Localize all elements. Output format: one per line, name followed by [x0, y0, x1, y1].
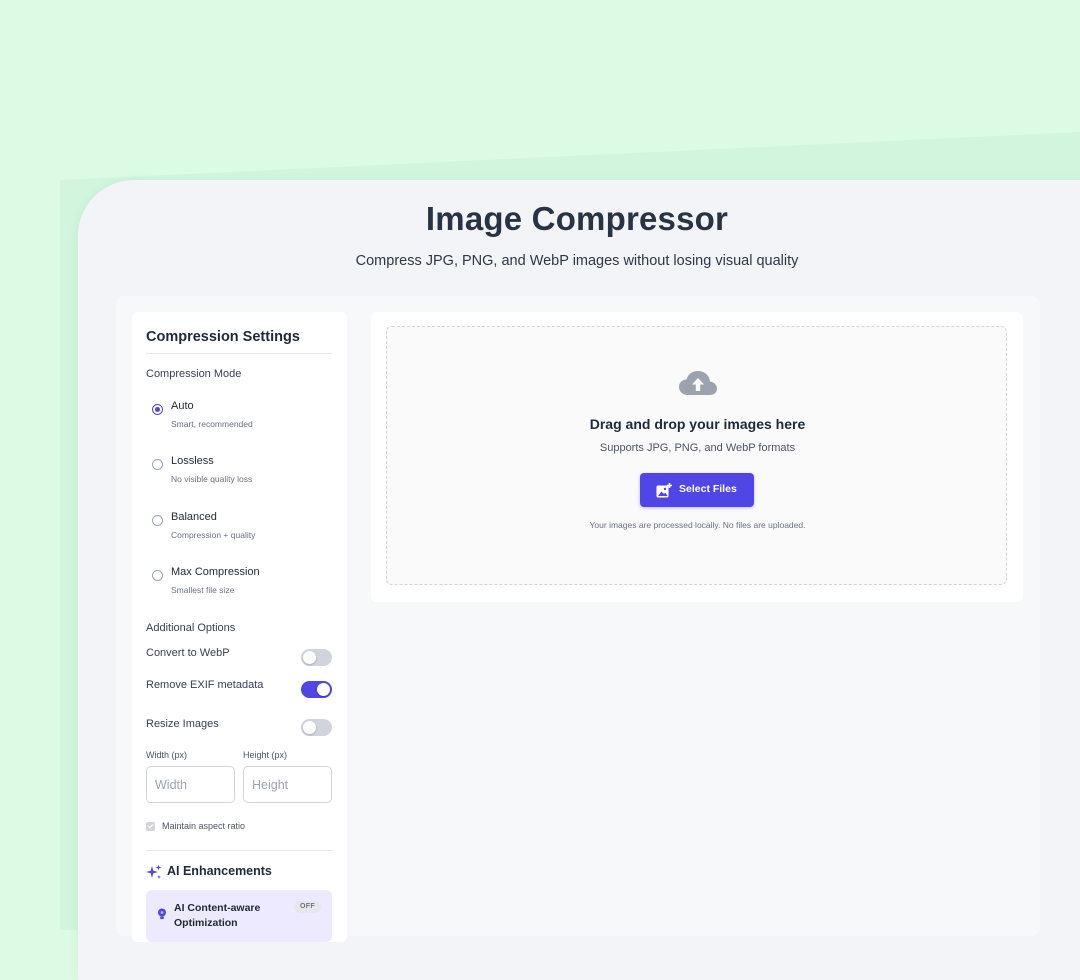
- mode-label: Lossless: [171, 455, 214, 467]
- divider: [146, 353, 332, 354]
- mode-description: Smallest file size: [171, 585, 235, 595]
- sparkles-icon: [146, 864, 162, 879]
- page-subtitle: Compress JPG, PNG, and WebP images witho…: [355, 253, 799, 269]
- settings-title: Compression Settings: [146, 329, 300, 345]
- radio-button[interactable]: [152, 515, 163, 526]
- remove-exif-label: Remove EXIF metadata: [146, 679, 264, 691]
- mode-label: Max Compression: [171, 566, 260, 578]
- maintain-aspect-checkbox[interactable]: [146, 822, 155, 831]
- radio-button[interactable]: [152, 459, 163, 470]
- width-input[interactable]: [146, 766, 235, 803]
- mode-option-balanced[interactable]: Balanced Compression + quality: [152, 511, 342, 547]
- mode-option-auto[interactable]: Auto Smart, recommended: [152, 400, 342, 436]
- divider: [146, 850, 332, 851]
- cloud-upload-icon: [679, 371, 717, 395]
- convert-webp-label: Convert to WebP: [146, 647, 230, 659]
- mode-description: Smart, recommended: [171, 419, 253, 429]
- height-input[interactable]: [243, 766, 332, 803]
- compression-settings-panel: Compression Settings Compression Mode Au…: [132, 312, 347, 942]
- convert-webp-toggle[interactable]: [301, 649, 332, 666]
- resize-images-label: Resize Images: [146, 718, 219, 730]
- privacy-note: Your images are processed locally. No fi…: [589, 520, 806, 530]
- compression-mode-label: Compression Mode: [146, 368, 242, 380]
- radio-button[interactable]: [152, 404, 163, 415]
- dropzone[interactable]: Drag and drop your images here Supports …: [386, 326, 1007, 585]
- upload-card: Drag and drop your images here Supports …: [371, 312, 1023, 602]
- add-image-icon: [656, 483, 672, 498]
- mode-option-max-compression[interactable]: Max Compression Smallest file size: [152, 566, 342, 602]
- ai-content-aware-option[interactable]: AI Content-aware Optimization OFF: [146, 890, 332, 942]
- mode-label: Balanced: [171, 511, 217, 523]
- mode-description: No visible quality loss: [171, 474, 253, 484]
- radio-button[interactable]: [152, 570, 163, 581]
- lightbulb-icon: [158, 908, 166, 920]
- page-title: Image Compressor: [425, 200, 729, 237]
- mode-label: Auto: [171, 400, 194, 412]
- select-files-button[interactable]: Select Files: [640, 473, 754, 507]
- drop-title: Drag and drop your images here: [589, 416, 806, 432]
- supported-formats: Supports JPG, PNG, and WebP formats: [599, 442, 796, 454]
- status-badge: OFF: [294, 901, 321, 913]
- remove-exif-toggle[interactable]: [301, 681, 332, 698]
- ai-option-label: AI Content-aware Optimization: [174, 902, 261, 929]
- ai-enhancements-title: AI Enhancements: [167, 864, 272, 878]
- width-label: Width (px): [146, 750, 188, 760]
- mode-description: Compression + quality: [171, 530, 256, 540]
- mode-option-lossless[interactable]: Lossless No visible quality loss: [152, 455, 342, 491]
- additional-options-label: Additional Options: [146, 622, 236, 634]
- maintain-aspect-label: Maintain aspect ratio: [162, 821, 246, 831]
- height-label: Height (px): [243, 750, 288, 760]
- select-files-label: Select Files: [679, 483, 737, 495]
- resize-images-toggle[interactable]: [301, 719, 332, 736]
